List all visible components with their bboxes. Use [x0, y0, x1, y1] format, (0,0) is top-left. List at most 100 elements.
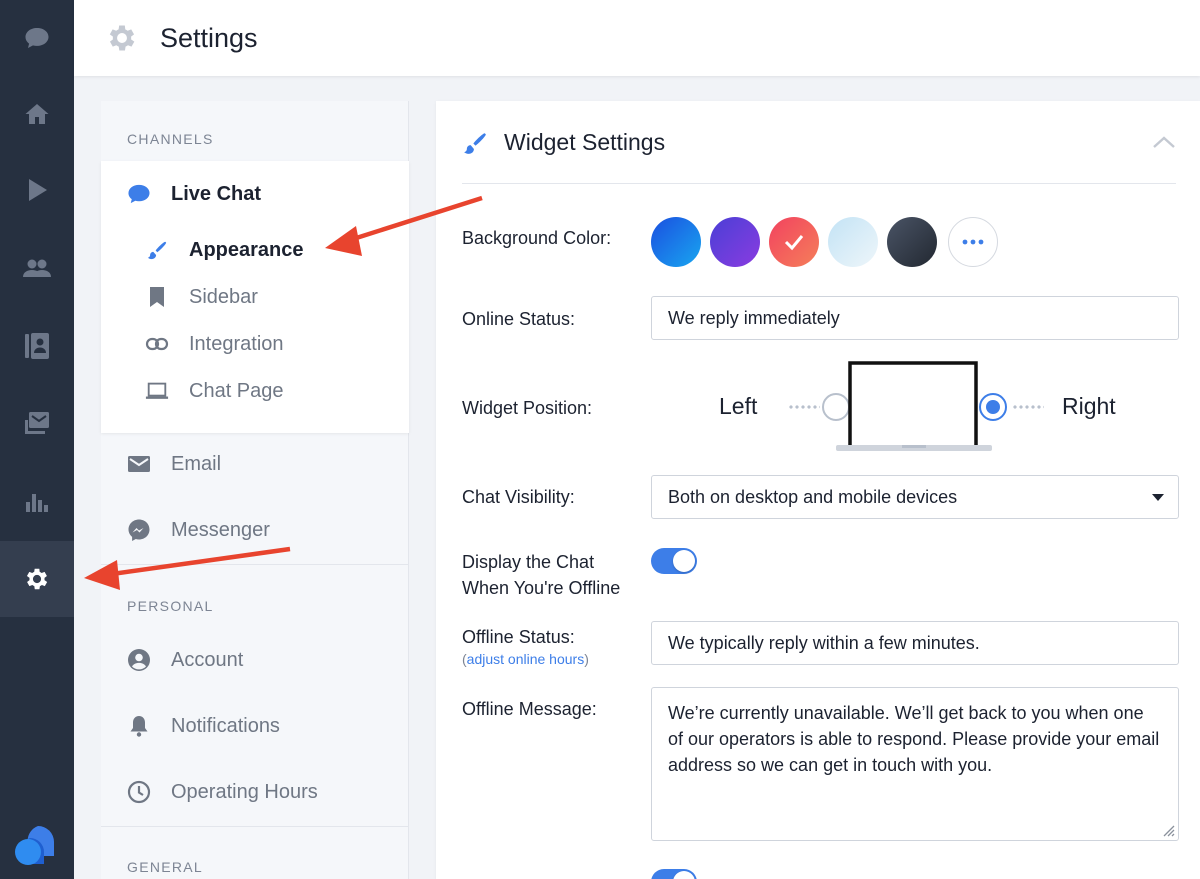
sidebar-item-label: Live Chat — [171, 182, 262, 205]
rail-contacts[interactable] — [0, 308, 74, 384]
color-swatch-purple[interactable] — [710, 217, 760, 267]
section-label-personal: PERSONAL — [127, 598, 214, 614]
people-icon — [23, 259, 51, 277]
sidebar-item-operating-hours[interactable]: Operating Hours — [101, 779, 409, 805]
sidebar-item-integration[interactable]: Integration — [101, 331, 409, 357]
caret-down-icon — [1152, 494, 1164, 501]
background-color-label: Background Color: — [462, 228, 612, 248]
toggle-knob — [673, 550, 695, 572]
rail-analytics[interactable] — [0, 464, 74, 540]
next-setting-toggle[interactable] — [651, 869, 697, 879]
gear-icon — [104, 20, 140, 56]
display-offline-label-line-2: When You're Offline — [462, 578, 621, 598]
sidebar-item-account[interactable]: Account — [101, 647, 409, 673]
laptop-icon — [145, 379, 169, 403]
display-offline-label-line-1: Display the Chat — [462, 552, 595, 572]
sidebar-item-messenger[interactable]: Messenger — [101, 517, 409, 543]
brand-logo[interactable] — [14, 824, 56, 866]
panel-header: Widget Settings — [436, 101, 1200, 184]
sidebar-item-label: Email — [171, 452, 222, 475]
rail-inbox[interactable] — [0, 386, 74, 462]
home-icon — [25, 104, 49, 124]
sidebar-item-label: Operating Hours — [171, 780, 318, 803]
settings-subnav: CHANNELS Live Chat Appearance Sidebar In… — [101, 101, 409, 879]
color-swatch-coral[interactable] — [769, 217, 819, 267]
sidebar-item-label: Integration — [189, 332, 284, 355]
sidebar-item-chat-page[interactable]: Chat Page — [101, 378, 409, 404]
sidebar-item-live-chat[interactable]: Live Chat — [101, 181, 409, 207]
sidebar-item-email[interactable]: Email — [101, 451, 409, 477]
chat-visibility-label: Chat Visibility: — [462, 487, 575, 507]
adjust-online-hours-link[interactable]: adjust online hours — [467, 651, 585, 667]
chevron-up-icon[interactable] — [1152, 133, 1176, 151]
color-swatch-dark[interactable] — [887, 217, 937, 267]
checkmark-icon — [784, 235, 804, 251]
ellipsis-icon — [962, 239, 984, 245]
sidebar-item-sidebar[interactable]: Sidebar — [101, 284, 409, 310]
contacts-book-icon — [25, 333, 49, 359]
color-swatch-light-blue[interactable] — [828, 217, 878, 267]
more-colors-button[interactable] — [948, 217, 998, 267]
dotted-connector — [1012, 405, 1044, 409]
online-status-input[interactable]: We reply immediately — [651, 296, 1179, 340]
chat-bubble-icon — [127, 182, 151, 206]
gear-icon — [26, 568, 48, 590]
display-offline-toggle[interactable] — [651, 548, 697, 574]
position-right-label: Right — [1062, 393, 1116, 419]
section-label-channels: CHANNELS — [127, 131, 214, 147]
rail-people[interactable] — [0, 230, 74, 306]
clock-icon — [127, 780, 151, 804]
dotted-connector — [788, 405, 820, 409]
paintbrush-icon — [145, 238, 169, 262]
messenger-icon — [127, 518, 151, 542]
offline-message-text: We’re currently unavailable. We’ll get b… — [668, 703, 1160, 775]
sidebar-item-label: Notifications — [171, 714, 280, 737]
divider — [101, 826, 409, 827]
widget-position-label: Widget Position: — [462, 398, 593, 418]
chat-visibility-selected: Both on desktop and mobile devices — [668, 486, 958, 507]
bell-icon — [127, 714, 151, 738]
page-header: Settings — [74, 0, 1200, 76]
adjust-hours-hint: (adjust online hours) — [462, 651, 589, 667]
inbox-icon — [25, 412, 49, 434]
color-swatch-blue[interactable] — [651, 217, 701, 267]
widget-settings-panel: Widget Settings Background Color: Online… — [436, 101, 1200, 879]
offline-status-label: Offline Status: — [462, 627, 575, 647]
sidebar-item-label: Account — [171, 648, 244, 671]
offline-message-label: Offline Message: — [462, 699, 597, 719]
display-offline-label: Display the Chat When You're Offline — [462, 549, 620, 601]
chat-bubble-icon — [25, 28, 49, 48]
play-icon — [29, 179, 47, 201]
divider — [101, 564, 409, 565]
account-icon — [127, 648, 151, 672]
rail-settings[interactable] — [0, 541, 74, 617]
rail-chat[interactable] — [0, 0, 74, 76]
sidebar-item-label: Messenger — [171, 518, 270, 541]
rail-home[interactable] — [0, 76, 74, 152]
sidebar-item-notifications[interactable]: Notifications — [101, 713, 409, 739]
link-icon — [145, 332, 169, 356]
offline-message-textarea[interactable]: We’re currently unavailable. We’ll get b… — [651, 687, 1179, 841]
envelope-icon — [127, 452, 151, 476]
online-status-label: Online Status: — [462, 309, 576, 329]
rail-play[interactable] — [0, 152, 74, 228]
resize-handle-icon[interactable] — [1161, 823, 1175, 837]
sidebar-item-label: Chat Page — [189, 379, 284, 402]
paintbrush-icon — [462, 130, 488, 156]
brand-logo-icon — [15, 826, 54, 865]
sidebar-item-label: Sidebar — [189, 285, 258, 308]
laptop-illustration — [834, 361, 994, 453]
divider — [462, 183, 1176, 184]
position-right-radio[interactable] — [979, 393, 1007, 421]
section-label-general: GENERAL — [127, 859, 204, 875]
panel-title: Widget Settings — [504, 129, 666, 155]
position-left-label: Left — [719, 393, 758, 419]
toggle-knob — [673, 871, 695, 879]
sidebar-item-appearance[interactable]: Appearance — [101, 237, 409, 263]
left-rail — [0, 0, 74, 879]
bar-chart-icon — [26, 494, 48, 512]
chat-visibility-select[interactable]: Both on desktop and mobile devices — [651, 475, 1179, 519]
live-chat-group: Live Chat Appearance Sidebar Integration… — [101, 161, 409, 433]
sidebar-item-label: Appearance — [189, 238, 304, 261]
offline-status-input[interactable]: We typically reply within a few minutes. — [651, 621, 1179, 665]
